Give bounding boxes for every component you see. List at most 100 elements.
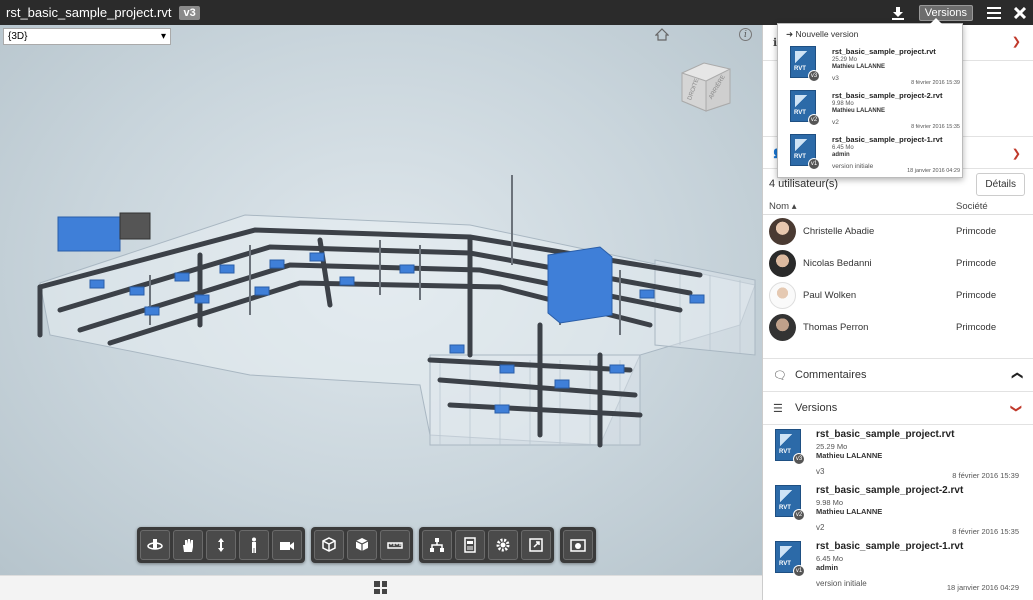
user-name: Christelle Abadie xyxy=(803,225,875,237)
version-file-name: rst_basic_sample_project-2.rvt xyxy=(832,91,943,100)
rvt-file-icon: RVT v1 xyxy=(775,541,805,577)
version-label: version initiale xyxy=(832,163,874,170)
versions-button[interactable]: Versions xyxy=(918,4,973,21)
user-company: Primcode xyxy=(956,321,997,333)
version-author: Mathieu LALANNE xyxy=(832,64,885,70)
model-tools xyxy=(311,527,413,563)
version-file-name: rst_basic_sample_project-2.rvt xyxy=(816,485,964,496)
table-row[interactable]: Thomas Perron Primcode xyxy=(763,311,1033,343)
orbit-icon[interactable] xyxy=(140,530,170,560)
version-file-name: rst_basic_sample_project.rvt xyxy=(832,47,936,56)
version-label: v2 xyxy=(832,119,839,126)
rvt-file-icon: RVT v3 xyxy=(790,46,820,82)
avatar xyxy=(769,281,796,309)
capture-tools xyxy=(560,527,596,563)
home-icon[interactable] xyxy=(654,28,670,44)
view-cube: DROITE ARRIÈRE xyxy=(681,62,731,112)
structure-icon[interactable] xyxy=(422,530,452,560)
table-row[interactable]: Christelle Abadie Primcode xyxy=(763,215,1033,247)
version-file-size: 25.29 Mo xyxy=(816,442,848,451)
properties-icon[interactable] xyxy=(455,530,485,560)
current-version-badge: v3 xyxy=(179,5,200,20)
version-date: 8 février 2016 15:39 xyxy=(911,80,960,86)
fullscreen-icon[interactable] xyxy=(521,530,551,560)
user-company: Primcode xyxy=(956,225,997,237)
version-date: 18 janvier 2016 04:29 xyxy=(946,583,1019,592)
version-file-name: rst_basic_sample_project-1.rvt xyxy=(816,541,964,552)
document-title: rst_basic_sample_project.rvt xyxy=(6,5,172,20)
bim-model-render[interactable]: DROITE ARRIÈRE xyxy=(0,25,762,575)
versions-section-header[interactable]: ☰ Versions ❯ xyxy=(763,392,1033,425)
user-company: Primcode xyxy=(956,289,997,301)
version-label: v3 xyxy=(816,467,825,476)
version-file-name: rst_basic_sample_project-1.rvt xyxy=(832,135,943,144)
list-icon: ☰ xyxy=(773,402,783,415)
version-file-size: 9.98 Mo xyxy=(816,498,844,507)
chevron-up-icon[interactable]: ❯ xyxy=(1010,371,1023,380)
version-file-size: 6.45 Mo xyxy=(816,554,844,563)
dropdown-version-item[interactable]: RVT v1 rst_basic_sample_project-1.rvt 6.4… xyxy=(778,132,964,176)
versions-title: Versions xyxy=(795,402,838,414)
comment-icon: 🗨 xyxy=(773,369,787,382)
column-company[interactable]: Société xyxy=(956,201,988,212)
user-name: Thomas Perron xyxy=(803,321,869,333)
column-name[interactable]: Nom ▴ xyxy=(769,201,956,212)
walk-icon[interactable] xyxy=(239,530,269,560)
version-item[interactable]: RVT v1 rst_basic_sample_project-1.rvt 6.4… xyxy=(763,541,1033,597)
version-date: 8 février 2016 15:35 xyxy=(952,527,1019,536)
grid-icon[interactable] xyxy=(374,581,387,594)
view-selector-value: {3D} xyxy=(8,31,28,42)
version-label: v2 xyxy=(816,523,825,532)
download-icon[interactable] xyxy=(885,0,911,25)
version-author: admin xyxy=(816,563,839,572)
view-selector[interactable]: {3D} ▾ xyxy=(3,28,171,45)
dropdown-version-item[interactable]: RVT v2 rst_basic_sample_project-2.rvt 9.9… xyxy=(778,88,964,132)
info-icon[interactable]: i xyxy=(739,28,752,41)
settings-icon[interactable] xyxy=(488,530,518,560)
version-item[interactable]: RVT v3 rst_basic_sample_project.rvt 25.29… xyxy=(763,429,1033,485)
pan-icon[interactable] xyxy=(173,530,203,560)
users-table-header: Nom ▴ Société xyxy=(763,199,1033,215)
explode-icon[interactable] xyxy=(314,530,344,560)
version-file-size: 25.29 Mo xyxy=(832,57,858,63)
chevron-down-icon[interactable]: ❯ xyxy=(1012,35,1021,48)
chevron-down-icon[interactable]: ❯ xyxy=(1010,404,1023,413)
versions-list: RVT v3 rst_basic_sample_project.rvt 25.29… xyxy=(763,425,1033,597)
screenshot-icon[interactable] xyxy=(563,530,593,560)
chevron-down-icon[interactable]: ❯ xyxy=(1012,147,1021,160)
dropdown-version-item[interactable]: RVT v3 rst_basic_sample_project.rvt 25.29… xyxy=(778,44,964,88)
version-label: v3 xyxy=(832,75,839,82)
details-button[interactable]: Détails xyxy=(976,172,1025,196)
rvt-file-icon: RVT v3 xyxy=(775,429,805,465)
bottom-bar xyxy=(0,575,762,600)
version-date: 8 février 2016 15:35 xyxy=(911,124,960,130)
user-company: Primcode xyxy=(956,257,997,269)
user-name: Nicolas Bedanni xyxy=(803,257,872,269)
avatar xyxy=(769,217,796,245)
version-label: version initiale xyxy=(816,579,867,588)
camera-icon[interactable] xyxy=(272,530,302,560)
model-viewer[interactable]: DROITE ARRIÈRE {3D} ▾ i xyxy=(0,25,762,575)
users-count: 4 utilisateur(s) xyxy=(769,178,839,190)
model-icon[interactable] xyxy=(347,530,377,560)
hamburger-icon[interactable] xyxy=(981,0,1007,25)
table-row[interactable]: Paul Wolken Primcode xyxy=(763,279,1033,311)
version-date: 8 février 2016 15:39 xyxy=(952,471,1019,480)
comments-section-header[interactable]: 🗨 Commentaires ❯ xyxy=(763,359,1033,392)
measure-icon[interactable] xyxy=(380,530,410,560)
user-name: Paul Wolken xyxy=(803,289,857,301)
navigation-tools xyxy=(137,527,305,563)
rvt-file-icon: RVT v2 xyxy=(775,485,805,521)
avatar xyxy=(769,249,796,277)
version-item[interactable]: RVT v2 rst_basic_sample_project-2.rvt 9.9… xyxy=(763,485,1033,541)
version-author: Mathieu LALANNE xyxy=(832,108,885,114)
chevron-down-icon: ▾ xyxy=(160,31,166,42)
version-author: Mathieu LALANNE xyxy=(816,451,883,460)
zoom-icon[interactable] xyxy=(206,530,236,560)
new-version-link[interactable]: ➜ Nouvelle version xyxy=(786,29,858,40)
close-icon[interactable] xyxy=(1007,0,1033,25)
top-bar: rst_basic_sample_project.rvt v3 Versions xyxy=(0,0,1033,25)
table-row[interactable]: Nicolas Bedanni Primcode xyxy=(763,247,1033,279)
rvt-file-icon: RVT v1 xyxy=(790,134,820,170)
avatar xyxy=(769,313,796,341)
